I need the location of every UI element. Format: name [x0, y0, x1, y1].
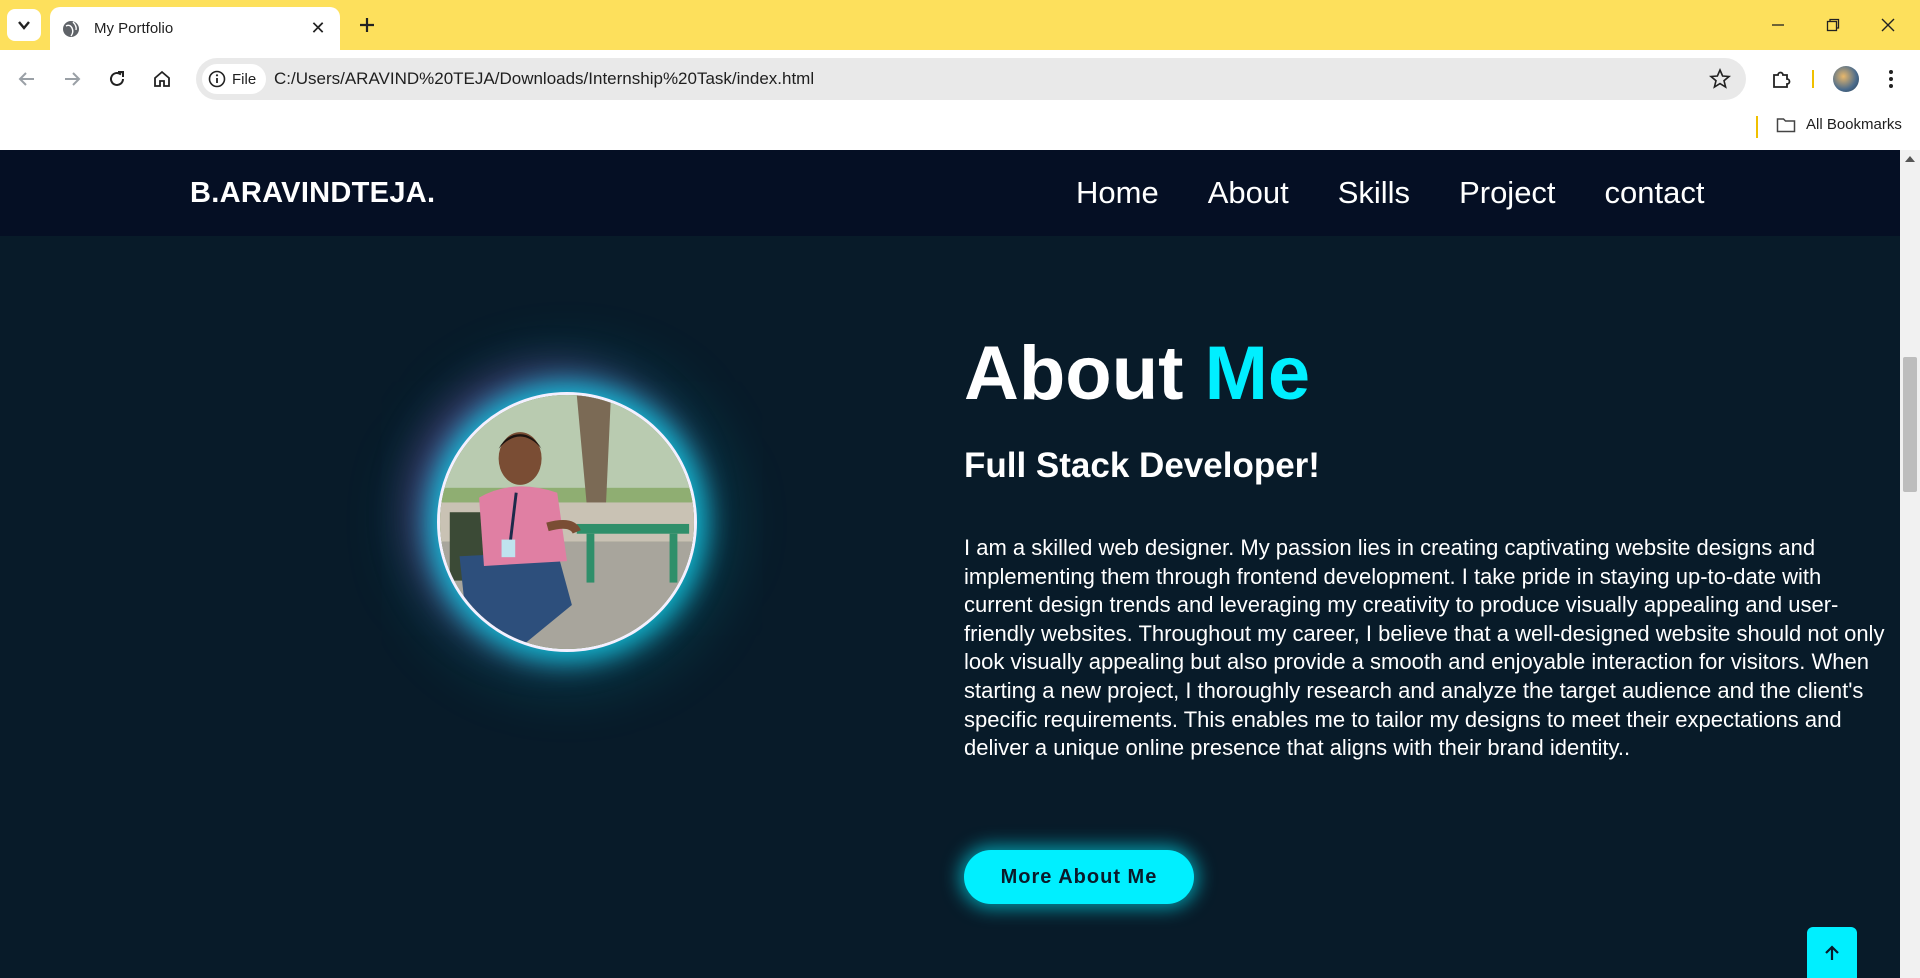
site-header: B.ARAVINDTEJA. Home About Skills Project… — [0, 150, 1900, 236]
portfolio-page: B.ARAVINDTEJA. Home About Skills Project… — [0, 150, 1900, 978]
tab-search-button[interactable] — [7, 9, 41, 41]
role-subtitle: Full Stack Developer! — [964, 446, 1320, 485]
about-paragraph: I am a skilled web designer. My passion … — [964, 535, 1885, 761]
tab-title: My Portfolio — [94, 20, 174, 37]
more-about-me-button[interactable]: More About Me — [964, 850, 1194, 904]
profile-photo — [437, 392, 697, 652]
scroll-up-arrow-icon[interactable] — [1905, 156, 1915, 162]
site-logo[interactable]: B.ARAVINDTEJA. — [190, 177, 435, 210]
site-info-label: File — [232, 70, 257, 88]
minimize-button[interactable] — [1758, 10, 1798, 40]
arrow-right-icon — [65, 72, 81, 86]
forward-button[interactable] — [56, 63, 88, 95]
main-nav: Home About Skills Project contact — [1076, 175, 1705, 211]
info-icon — [208, 70, 226, 88]
restore-button[interactable] — [1813, 10, 1853, 40]
bookmark-star-icon[interactable] — [1708, 67, 1732, 91]
browser-tab[interactable]: My Portfolio ✕ — [50, 7, 340, 50]
restore-icon — [1826, 18, 1840, 32]
nav-contact-link[interactable]: contact — [1605, 175, 1705, 211]
reload-icon — [110, 71, 124, 86]
about-title: About Me — [964, 330, 1310, 417]
minimize-icon — [1772, 24, 1784, 26]
all-bookmarks-label: All Bookmarks — [1806, 116, 1902, 133]
bookmarks-separator — [1756, 116, 1758, 138]
reload-button[interactable] — [101, 63, 133, 95]
new-tab-button[interactable] — [354, 11, 380, 39]
chevron-down-icon — [18, 21, 30, 30]
nav-home-link[interactable]: Home — [1076, 175, 1159, 211]
nav-about-link[interactable]: About — [1208, 175, 1289, 211]
plus-icon — [360, 18, 374, 32]
scrollbar-thumb[interactable] — [1903, 357, 1917, 492]
toolbar-separator — [1812, 70, 1814, 88]
profile-avatar[interactable] — [1833, 66, 1859, 92]
home-button[interactable] — [146, 63, 178, 95]
extensions-button[interactable] — [1767, 65, 1795, 93]
close-tab-icon[interactable]: ✕ — [308, 18, 328, 39]
folder-icon — [1776, 117, 1796, 132]
arrow-left-icon — [18, 72, 34, 86]
close-window-button[interactable] — [1868, 10, 1908, 40]
about-title-main: About — [964, 331, 1205, 416]
globe-icon — [63, 20, 79, 37]
address-bar[interactable]: File C:/Users/ARAVIND%20TEJA/Downloads/I… — [196, 58, 1746, 100]
arrow-up-icon — [1825, 944, 1839, 960]
nav-skills-link[interactable]: Skills — [1338, 175, 1410, 211]
more-vertical-icon — [1889, 70, 1893, 88]
nav-project-link[interactable]: Project — [1459, 175, 1555, 211]
close-icon — [1881, 18, 1895, 32]
browser-tab-strip: My Portfolio ✕ — [0, 0, 1920, 50]
browser-menu-button[interactable] — [1877, 65, 1905, 93]
puzzle-icon — [1773, 71, 1791, 88]
scroll-to-top-button[interactable] — [1807, 927, 1857, 978]
back-button[interactable] — [11, 63, 43, 95]
url-text[interactable]: C:/Users/ARAVIND%20TEJA/Downloads/Intern… — [274, 69, 814, 89]
bookmarks-bar: All Bookmarks — [0, 108, 1920, 150]
home-icon — [154, 70, 170, 87]
page-scrollbar[interactable] — [1900, 150, 1920, 978]
site-info-chip[interactable]: File — [202, 64, 267, 94]
browser-toolbar: File C:/Users/ARAVIND%20TEJA/Downloads/I… — [0, 50, 1920, 108]
about-title-accent: Me — [1204, 331, 1311, 416]
all-bookmarks-button[interactable]: All Bookmarks — [1776, 116, 1902, 133]
